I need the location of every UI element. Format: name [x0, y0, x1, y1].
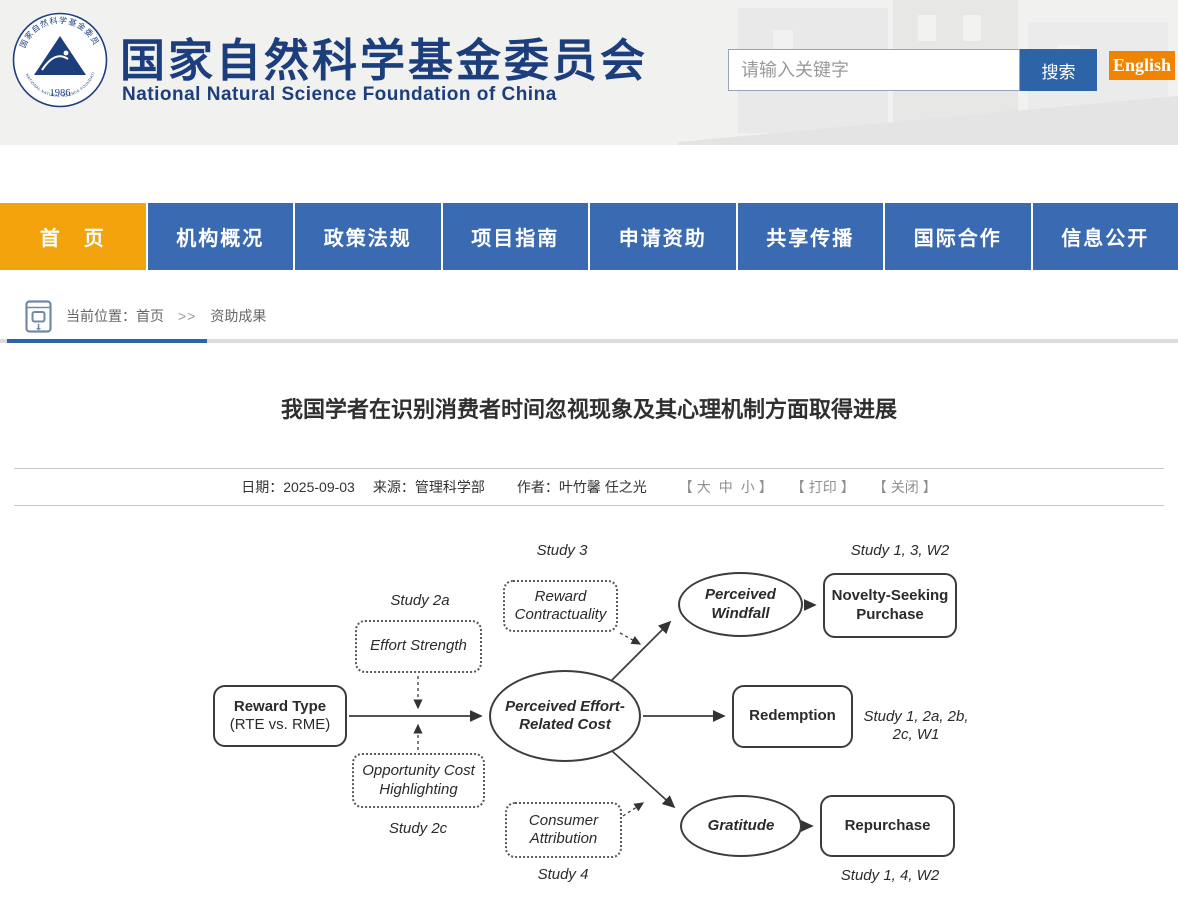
figure-label-study-4: Study 4: [503, 866, 623, 884]
figure-label-study-2c: Study 2c: [358, 820, 478, 838]
breadcrumb: 当前位置：首页 >> 资助成果: [25, 296, 266, 336]
figure-node-redemption: Redemption: [732, 685, 853, 748]
figure-node-reward-contractuality: Reward Contractuality: [503, 580, 618, 632]
breadcrumb-separator: >>: [178, 308, 196, 324]
figure-node-novelty-seeking-purchase: Novelty-Seeking Purchase: [823, 573, 957, 638]
article-title: 我国学者在识别消费者时间忽视现象及其心理机制方面取得进展: [0, 392, 1178, 424]
site-title: 国家自然科学基金委员会: [120, 24, 648, 89]
breadcrumb-current-link[interactable]: 资助成果: [210, 306, 266, 326]
site-header: 国家自然科学基金委员会 NATIONAL NATURAL SCIENCE FOU…: [0, 0, 1178, 145]
figure-label-study-3: Study 3: [502, 542, 622, 560]
figure-node-perceived-windfall: Perceived Windfall: [678, 572, 803, 637]
figure-node-perceived-effort-related-cost: Perceived Effort-Related Cost: [489, 670, 641, 762]
figure-node-effort-strength: Effort Strength: [355, 620, 482, 673]
font-size-large-button[interactable]: 大: [697, 479, 711, 495]
logo-year: 1986: [50, 88, 71, 99]
search-input[interactable]: [728, 49, 1020, 91]
figure-node-repurchase: Repurchase: [820, 795, 955, 857]
figure-node-gratitude: Gratitude: [680, 795, 802, 857]
site-subtitle: National Natural Science Foundation of C…: [122, 84, 557, 106]
meta-authors: 作者：叶竹馨 任之光: [517, 477, 647, 497]
close-button[interactable]: 【关闭】: [873, 477, 937, 497]
figure-node-opportunity-cost-highlighting: Opportunity Cost Highlighting: [352, 753, 485, 808]
print-button[interactable]: 【打印】: [791, 477, 855, 497]
nsfc-logo: 国家自然科学基金委员会 NATIONAL NATURAL SCIENCE FOU…: [12, 8, 108, 118]
nav-item-sharing[interactable]: 共享传播: [738, 203, 884, 270]
english-button[interactable]: English: [1109, 51, 1175, 80]
main-nav: 首 页 机构概况 政策法规 项目指南 申请资助 共享传播 国际合作 信息公开: [0, 203, 1178, 270]
search-button[interactable]: 搜索: [1020, 49, 1097, 91]
font-size-medium-button[interactable]: 中: [719, 479, 733, 495]
figure-label-study-1-3-w2: Study 1, 3, W2: [825, 542, 975, 560]
font-size-small-button[interactable]: 小: [741, 479, 755, 495]
font-size-controls: 【大中小】: [679, 477, 773, 497]
meta-date: 日期：2025-09-03: [241, 477, 355, 497]
figure-label-study-1-4-w2: Study 1, 4, W2: [815, 867, 965, 885]
figure-node-reward-type: Reward Type (RTE vs. RME): [213, 685, 347, 747]
nav-item-apply[interactable]: 申请资助: [590, 203, 736, 270]
breadcrumb-underline: [0, 339, 1178, 343]
nav-item-disclosure[interactable]: 信息公开: [1033, 203, 1178, 270]
journal-icon: [25, 300, 52, 333]
figure-node-consumer-attribution: Consumer Attribution: [505, 802, 622, 858]
page: 国家自然科学基金委员会 NATIONAL NATURAL SCIENCE FOU…: [0, 0, 1178, 913]
figure-label-study-1-2a-2b-2c-w1: Study 1, 2a, 2b, 2c, W1: [855, 708, 977, 744]
nav-item-guides[interactable]: 项目指南: [443, 203, 589, 270]
nav-item-overview[interactable]: 机构概况: [148, 203, 294, 270]
nav-item-policies[interactable]: 政策法规: [295, 203, 441, 270]
nav-item-home[interactable]: 首 页: [0, 203, 146, 270]
figure-label-study-2a: Study 2a: [360, 592, 480, 610]
breadcrumb-home-link[interactable]: 首页: [136, 306, 164, 326]
breadcrumb-prefix: 当前位置：: [66, 306, 136, 326]
article-meta-bar: 日期：2025-09-03 来源：管理科学部 作者：叶竹馨 任之光 【大中小】 …: [14, 468, 1164, 506]
nav-item-international[interactable]: 国际合作: [885, 203, 1031, 270]
research-model-figure: Reward Type (RTE vs. RME) Effort Strengt…: [200, 530, 980, 913]
meta-source: 来源：管理科学部: [373, 477, 485, 497]
